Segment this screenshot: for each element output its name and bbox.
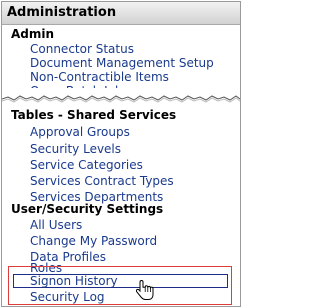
link-all-users[interactable]: All Users (30, 218, 82, 232)
section-admin-title: Admin (11, 27, 55, 41)
link-document-management-setup[interactable]: Document Management Setup (30, 56, 214, 70)
section-shared-services-title: Tables - Shared Services (11, 108, 177, 122)
link-security-log[interactable]: Security Log (30, 290, 105, 304)
link-approval-groups[interactable]: Approval Groups (30, 125, 130, 139)
administration-panel: Administration Admin Connector Status Do… (1, 1, 241, 307)
link-non-contractible-items[interactable]: Non-Contractible Items (30, 70, 169, 84)
link-security-levels[interactable]: Security Levels (30, 142, 121, 156)
link-services-contract-types[interactable]: Services Contract Types (30, 174, 174, 188)
link-connector-status[interactable]: Connector Status (30, 42, 134, 56)
link-signon-history[interactable]: Signon History (30, 274, 118, 288)
panel-title: Administration (7, 5, 117, 20)
hand-pointer-icon (136, 279, 154, 300)
panel-header: Administration (2, 2, 240, 25)
torn-edge-separator (2, 88, 240, 103)
link-service-categories[interactable]: Service Categories (30, 158, 143, 172)
link-change-my-password[interactable]: Change My Password (30, 234, 157, 248)
section-user-security-title: User/Security Settings (11, 202, 164, 216)
